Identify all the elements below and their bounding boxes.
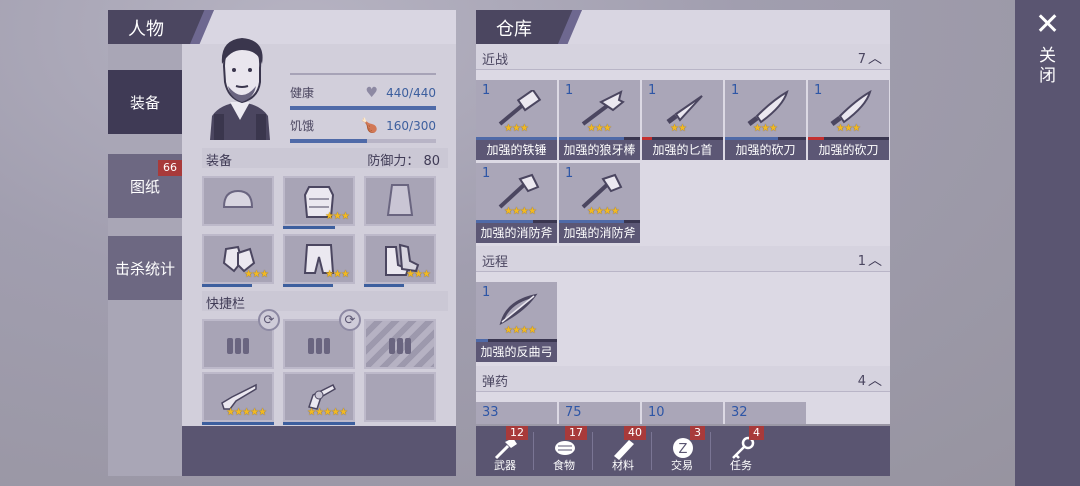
item-name: 加强的消防斧 bbox=[559, 223, 640, 243]
tab-equipment[interactable]: 装备 bbox=[108, 70, 182, 134]
item-name: 加强的匕首 bbox=[642, 140, 723, 160]
rating-stars: ★★★ bbox=[325, 269, 350, 280]
section-ammo-count: 4 bbox=[857, 374, 866, 389]
section-ranged-header[interactable]: 远程 1 ︿ bbox=[476, 246, 890, 272]
hunger-stat: 饥饿 🍗 160/300 bbox=[290, 117, 436, 145]
character-side-tabs: 装备 图纸 66 击杀统计 bbox=[108, 44, 182, 476]
character-portrait bbox=[210, 38, 270, 140]
category-weapons[interactable]: 12 武器 bbox=[476, 426, 534, 476]
boots-slot[interactable]: ★★★ bbox=[364, 234, 436, 287]
category-trade[interactable]: Z 3 交易 bbox=[653, 426, 711, 476]
item-name: 加强的铁锤 bbox=[476, 140, 557, 160]
gloves-slot[interactable]: ★★★ bbox=[202, 234, 274, 287]
blueprints-count-badge: 66 bbox=[158, 160, 182, 176]
section-ammo-label: 弹药 bbox=[482, 375, 509, 390]
item-ammo[interactable]: 75 bbox=[559, 402, 640, 424]
section-ranged-label: 远程 bbox=[482, 255, 509, 270]
tab-kill-stats[interactable]: 击杀统计 bbox=[108, 236, 182, 300]
ammo-placeholder-icon bbox=[389, 338, 411, 354]
section-melee-label: 近战 bbox=[482, 53, 509, 68]
category-food[interactable]: 17 食物 bbox=[535, 426, 593, 476]
rating-stars: ★★★★★ bbox=[307, 407, 348, 418]
item-ammo[interactable]: 10 bbox=[642, 402, 723, 424]
character-panel-header: 人物 bbox=[108, 10, 456, 44]
item-reinforced-fire-axe[interactable]: 1 ★★★★ 加强的消防斧 bbox=[559, 163, 640, 243]
rating-stars: ★★★ bbox=[325, 211, 350, 222]
rating-stars: ★★★★★ bbox=[226, 407, 267, 418]
character-footer bbox=[182, 426, 456, 476]
health-bar bbox=[290, 106, 436, 110]
quickbar-revolver-slot[interactable]: ★★★★★ bbox=[283, 372, 355, 425]
quickbar-shotgun-slot[interactable]: ★★★★★ bbox=[202, 372, 274, 425]
svg-text:Z: Z bbox=[679, 442, 688, 457]
item-name: 加强的砍刀 bbox=[725, 140, 806, 160]
cap-icon bbox=[222, 189, 254, 208]
category-bar: 12 武器 17 食物 40 材料 Z 3 交易 4 任务 bbox=[476, 426, 890, 476]
section-ammo-header[interactable]: 弹药 4 ︿ bbox=[476, 366, 890, 392]
torso-slot[interactable] bbox=[364, 176, 436, 226]
defense-value: 防御力： 80 bbox=[367, 154, 440, 169]
item-name: 加强的反曲弓 bbox=[476, 342, 557, 362]
character-panel-title: 人物 bbox=[128, 19, 164, 40]
warehouse-panel-title: 仓库 bbox=[496, 19, 532, 40]
swap-icon[interactable]: ⟳ bbox=[339, 309, 361, 331]
item-reinforced-mace[interactable]: 1 ★★★ 加强的狼牙棒 bbox=[559, 80, 640, 160]
rating-stars: ★★★ bbox=[406, 269, 431, 280]
hunger-label: 饥饿 bbox=[290, 119, 315, 133]
warehouse-list[interactable]: 近战 7 ︿ 1 ★★★ 加强的铁锤 1 ★★★ 加强的狼牙棒 1 ★★ 加强的匕… bbox=[476, 44, 890, 424]
hunger-value: 160/300 bbox=[386, 119, 436, 133]
equipment-label: 装备 bbox=[206, 154, 233, 169]
equipment-section-header: 装备 防御力： 80 bbox=[202, 148, 448, 169]
item-name: 加强的狼牙棒 bbox=[559, 140, 640, 160]
item-reinforced-machete[interactable]: 1 ★★★ 加强的砍刀 bbox=[725, 80, 806, 160]
tab-blueprints[interactable]: 图纸 66 bbox=[108, 154, 182, 218]
item-ammo[interactable]: 32 bbox=[725, 402, 806, 424]
collapse-chevron-icon: ︿ bbox=[868, 51, 882, 67]
body-armor-slot[interactable]: ★★★ bbox=[283, 176, 355, 229]
item-name: 加强的消防斧 bbox=[476, 223, 557, 243]
helmet-slot[interactable] bbox=[202, 176, 274, 226]
item-ammo[interactable]: 33 bbox=[476, 402, 557, 424]
ammo-placeholder-icon bbox=[308, 338, 330, 354]
drumstick-icon: 🍗 bbox=[360, 118, 378, 134]
jacket-icon bbox=[386, 184, 414, 216]
warehouse-panel-header: 仓库 bbox=[476, 10, 890, 44]
close-icon[interactable]: ✕ bbox=[1035, 10, 1060, 40]
rating-stars: ★★★ bbox=[244, 269, 269, 280]
close-strip[interactable]: ✕ 关闭 bbox=[1015, 0, 1080, 486]
collapse-chevron-icon: ︿ bbox=[868, 373, 882, 389]
item-reinforced-dagger[interactable]: 1 ★★ 加强的匕首 bbox=[642, 80, 723, 160]
health-value: 440/440 bbox=[386, 86, 436, 100]
collapse-chevron-icon: ︿ bbox=[868, 253, 882, 269]
swap-icon[interactable]: ⟳ bbox=[258, 309, 280, 331]
character-panel: 人物 装备 图纸 66 击杀统计 健康 ♥ 440/440 饥饿 🍗 160/3… bbox=[108, 10, 456, 476]
quickbar-slot-locked bbox=[364, 319, 436, 369]
item-reinforced-hammer[interactable]: 1 ★★★ 加强的铁锤 bbox=[476, 80, 557, 160]
quickbar-label: 快捷栏 bbox=[206, 297, 246, 312]
item-name: 加强的砍刀 bbox=[808, 140, 889, 160]
item-reinforced-machete[interactable]: 1 ★★★ 加强的砍刀 bbox=[808, 80, 889, 160]
close-label[interactable]: 关闭 bbox=[1039, 46, 1059, 86]
category-quests[interactable]: 4 任务 bbox=[712, 426, 770, 476]
heart-icon: ♥ bbox=[365, 85, 378, 101]
warehouse-panel: 仓库 近战 7︿ 1 ★★★ 加强的铁锤 1 ★★★ 加强的狼牙棒 1 ★★ bbox=[476, 10, 890, 476]
item-reinforced-recurve-bow[interactable]: 1 ★★★★ 加强的反曲弓 bbox=[476, 282, 557, 362]
section-melee-count: 7 bbox=[857, 52, 866, 67]
hunger-bar bbox=[290, 139, 436, 143]
health-label: 健康 bbox=[290, 86, 315, 100]
section-ranged-count: 1 bbox=[857, 254, 866, 269]
pants-slot[interactable]: ★★★ bbox=[283, 234, 355, 287]
quickbar-section-header: 快捷栏 bbox=[202, 291, 448, 312]
ammo-placeholder-icon bbox=[227, 338, 249, 354]
item-reinforced-fire-axe[interactable]: 1 ★★★★ 加强的消防斧 bbox=[476, 163, 557, 243]
quickbar-empty-slot[interactable] bbox=[364, 372, 436, 422]
category-materials[interactable]: 40 材料 bbox=[594, 426, 652, 476]
section-melee-header[interactable]: 近战 7 ︿ bbox=[476, 44, 890, 70]
health-stat: 健康 ♥ 440/440 bbox=[290, 84, 436, 112]
